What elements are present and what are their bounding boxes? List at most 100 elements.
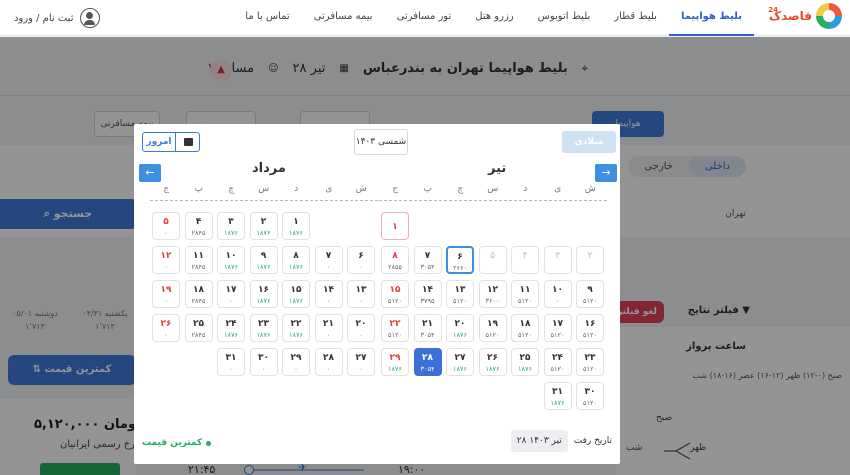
- calendar-day[interactable]: ۱۷ ۰: [217, 280, 245, 308]
- weekday-header-mordad: جپچسدیش: [150, 184, 378, 194]
- site-logo[interactable]: قاصدک 24: [768, 3, 842, 31]
- calendar-day[interactable]: ۳۰ ۵۱۲۰: [576, 382, 604, 410]
- calendar-day[interactable]: ۲۴ ۵۱۲۰: [543, 348, 572, 376]
- calendar-day[interactable]: ۲۷ ۰: [347, 348, 375, 376]
- day-price: ۵۱۲۰: [550, 331, 565, 339]
- calendar-day[interactable]: ۱۳ ۰: [347, 280, 375, 308]
- calendar-day[interactable]: ۲۱ ۳۰۵۴: [413, 314, 442, 342]
- day-price: ۲۸۵۵: [388, 263, 402, 271]
- calendar-day[interactable]: ۱۶ ۱۸۷۶: [249, 280, 278, 308]
- calendar-day[interactable]: ۲۷ ۱۸۷۶: [446, 348, 474, 376]
- calendar-day[interactable]: ۲۳ ۵۱۲۰: [576, 348, 604, 376]
- year-selector[interactable]: ۱۴۰۳ شمسی: [354, 129, 408, 155]
- today-button[interactable]: امروز: [142, 132, 200, 152]
- day-price: ۱۸۷۶: [453, 331, 467, 339]
- calendar-day[interactable]: ۱ ۱۸۷۶: [282, 212, 310, 240]
- calendar-day[interactable]: ۲۸ ۰: [314, 348, 343, 376]
- weekday-label: ج: [392, 184, 399, 194]
- calendar-day[interactable]: ۱۸ ۵۱۲۰: [511, 314, 539, 342]
- day-price: ۵۱۲۰: [583, 297, 597, 305]
- calendar-day[interactable]: ۲۴ ۱۸۷۶: [217, 314, 245, 342]
- day-price: ۰: [359, 263, 363, 271]
- calendar-day[interactable]: ۲ ۱۸۷۶: [249, 212, 278, 240]
- calendar-day[interactable]: ۷ ۳۰۵۴: [413, 246, 442, 274]
- day-number: ۲۱: [422, 319, 433, 329]
- calendar-day[interactable]: ۳۰ ۰: [249, 348, 278, 376]
- nav-bus[interactable]: بلیط اتوبوس: [526, 0, 603, 36]
- calendar-day[interactable]: ۶ ۲۶۶۰: [446, 246, 474, 274]
- calendar-day[interactable]: ۲۵ ۱۸۷۶: [511, 348, 539, 376]
- calendar-day[interactable]: ۲۳ ۱۸۷۶: [249, 314, 278, 342]
- calendar-day[interactable]: ۵۰: [152, 212, 180, 240]
- calendar-day[interactable]: ۱: [381, 212, 409, 240]
- calendar-day[interactable]: ۲۰ ۱۸۷۶: [446, 314, 474, 342]
- calendar-day[interactable]: ۳۱ ۱۸۷۶: [543, 382, 572, 410]
- calendar-day[interactable]: ۲۹ ۰: [282, 348, 310, 376]
- calendar-day[interactable]: ۲۹ ۱۸۷۶: [381, 348, 409, 376]
- calendar-day[interactable]: ۲۵ ۲۸۴۵: [184, 314, 213, 342]
- calendar-day[interactable]: ۲۶ ۰: [152, 314, 180, 342]
- calendar-day[interactable]: ۹ ۵۱۲۰: [576, 280, 604, 308]
- day-price: ۱۸۷۶: [289, 331, 303, 339]
- calendar-day[interactable]: ۸ ۱۸۷۶: [282, 246, 310, 274]
- calendar-day[interactable]: ۲۶ ۱۸۷۶: [478, 348, 507, 376]
- calendar-day[interactable]: ۳: [543, 246, 572, 274]
- gregorian-toggle-button[interactable]: میلادی: [562, 131, 616, 153]
- day-price: ۰: [294, 365, 298, 373]
- nav-train[interactable]: بلیط قطار: [602, 0, 669, 36]
- login-button[interactable]: ثبت نام / ورود: [14, 8, 100, 28]
- calendar-day[interactable]: ۱۵ ۱۸۷۶: [282, 280, 310, 308]
- calendar-day[interactable]: ۲۰ ۰: [347, 314, 375, 342]
- calendar-day[interactable]: ۱۴ ۰: [314, 280, 343, 308]
- day-number: ۱۸: [193, 285, 204, 295]
- calendar-day[interactable]: ۱۱ ۲۸۴۵: [184, 246, 213, 274]
- calendar-day[interactable]: ۱۹ ۵۱۲۰: [478, 314, 507, 342]
- calendar-day[interactable]: ۱۱ ۵۱۲۰: [511, 280, 539, 308]
- calendar-day[interactable]: ۱۹ ۰: [152, 280, 180, 308]
- calendar-day[interactable]: ۲: [576, 246, 604, 274]
- calendar-day[interactable]: ۱۰ ۱۸۷۶: [217, 246, 245, 274]
- calendar-day[interactable]: ۱۳ ۵۱۲۰: [446, 280, 474, 308]
- calendar-day[interactable]: ۵: [478, 246, 507, 274]
- calendar-day[interactable]: ۴: [511, 246, 539, 274]
- today-label: امروز: [146, 137, 172, 147]
- nav-tour[interactable]: تور مسافرتی: [385, 0, 464, 36]
- nav-insurance[interactable]: بیمه مسافرتی: [302, 0, 385, 36]
- calendar-day[interactable]: ۴ ۲۸۴۵: [184, 212, 213, 240]
- calendar-day[interactable]: ۸ ۲۸۵۵: [381, 246, 409, 274]
- day-number: ۱۷: [552, 319, 563, 329]
- calendar-day[interactable]: ۲۱ ۰: [314, 314, 343, 342]
- calendar-day[interactable]: ۱۰ ۰: [543, 280, 572, 308]
- calendar-day[interactable]: ۳۱ ۰: [217, 348, 245, 376]
- calendar-day[interactable]: ۳ ۱۸۷۶: [217, 212, 245, 240]
- calendar-day[interactable]: ۱۸ ۲۸۴۵: [184, 280, 213, 308]
- calendar-day[interactable]: ۲۲ ۵۱۲۰: [381, 314, 409, 342]
- day-price: ۳۰۵۴: [420, 365, 435, 373]
- day-price: ۲۸۴۵: [191, 331, 206, 339]
- calendar-day[interactable]: ۱۷ ۵۱۲۰: [543, 314, 572, 342]
- calendar-day[interactable]: ۱۲ ۰: [152, 246, 180, 274]
- calendar-day[interactable]: ۹ ۱۸۷۶: [249, 246, 278, 274]
- day-number: ۷: [325, 251, 332, 261]
- calendar-day[interactable]: ۱۶ ۵۱۲۰: [576, 314, 604, 342]
- day-number: ۲۳: [584, 353, 596, 363]
- calendar-day[interactable]: ۱۲ ۳۶۰۰: [478, 280, 507, 308]
- next-month-arrow-icon[interactable]: →: [595, 164, 617, 182]
- logo-sup: 24: [768, 6, 778, 14]
- prev-month-arrow-icon[interactable]: ←: [139, 164, 161, 182]
- calendar-day[interactable]: ۱۴ ۳۷۹۵: [413, 280, 442, 308]
- nav-hotel[interactable]: رزرو هتل: [463, 0, 525, 36]
- calendar-day[interactable]: ۲۲ ۱۸۷۶: [282, 314, 310, 342]
- day-number: ۱۳: [454, 285, 466, 295]
- nav-flight[interactable]: بلیط هواپیما: [668, 0, 754, 36]
- calendar-day[interactable]: ۱۵ ۵۱۲۰: [381, 280, 409, 308]
- weekday-label: ی: [325, 184, 333, 194]
- nav-contact[interactable]: تماس با ما: [233, 0, 301, 36]
- calendar-day[interactable]: ۷۰: [314, 246, 343, 274]
- weekday-label: س: [258, 184, 270, 194]
- calendar-day[interactable]: ۶۰: [347, 246, 375, 274]
- day-number: ۲۳: [258, 319, 269, 329]
- month-title-mordad: مرداد: [252, 161, 286, 176]
- calendar-day[interactable]: ۲۸ ۳۰۵۴: [413, 348, 442, 376]
- day-number: ۱: [293, 217, 299, 227]
